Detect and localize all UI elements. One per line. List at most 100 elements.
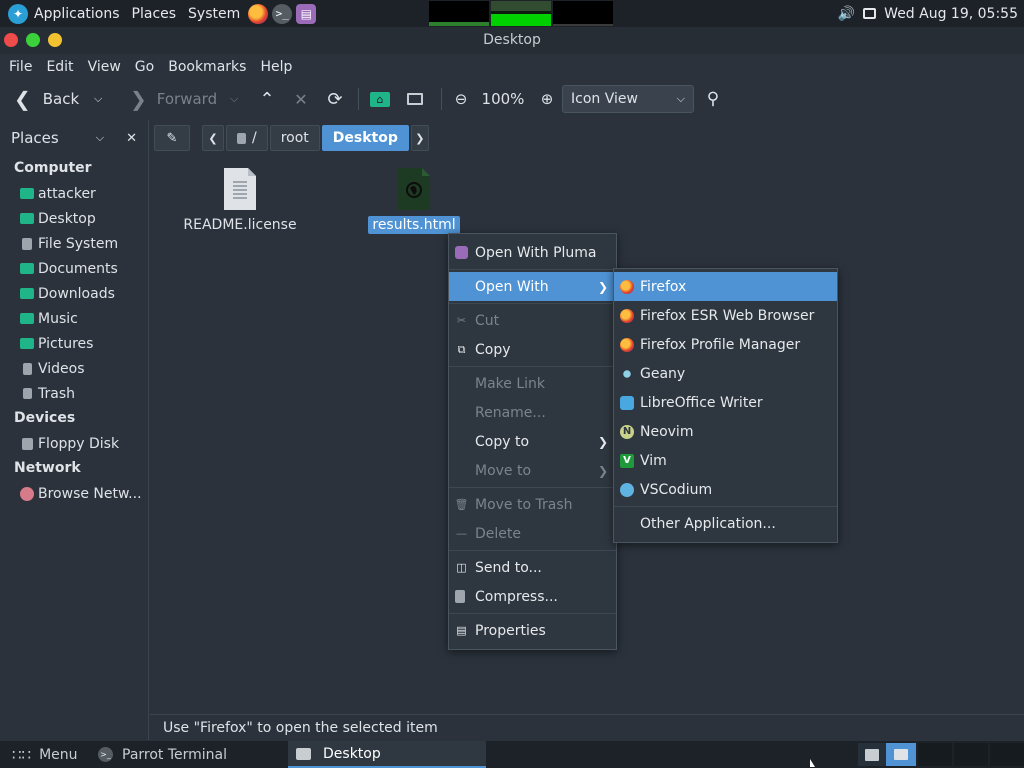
menu-copy-to[interactable]: Copy to ❯ [449,427,616,456]
toggle-location-button[interactable]: ✎ [154,125,190,151]
menu-help[interactable]: Help [253,59,299,75]
crumb-desktop[interactable]: Desktop [321,125,409,151]
submenu-vscodium[interactable]: VSCodium [614,475,837,504]
menu-rename[interactable]: Rename... [449,398,616,427]
workspace-4[interactable] [954,743,988,766]
sidebar-item-music[interactable]: Music [0,306,148,331]
zoom-out-button[interactable]: ⊖ [448,84,474,114]
submenu-firefox-esr[interactable]: Firefox ESR Web Browser [614,301,837,330]
menu-file[interactable]: File [2,59,39,75]
close-icon[interactable]: ✕ [126,131,137,146]
sidebar-item-trash[interactable]: Trash [0,381,148,406]
forward-history-dropdown[interactable]: ⌵ [222,84,250,114]
workspace-switcher[interactable] [858,743,1024,766]
menu-compress[interactable]: Compress... [449,582,616,611]
menu-move-to[interactable]: Move to ❯ [449,456,616,485]
chevron-down-icon[interactable]: ⌵ [96,131,104,146]
folder-icon [296,747,311,760]
zoom-in-icon: ⊕ [540,90,554,108]
menu-item-label: Rename... [475,404,546,421]
menu-cut[interactable]: ✂ Cut [449,306,616,335]
sidebar-item-videos[interactable]: Videos [0,356,148,381]
workspace-1[interactable] [858,743,886,766]
workspace-5[interactable] [990,743,1024,766]
display-icon[interactable] [863,8,877,19]
copy-icon: ⧉ [457,342,466,356]
submenu-geany[interactable]: Geany [614,359,837,388]
file-name: results.html [368,216,460,234]
menubar: File Edit View Go Bookmarks Help [0,54,1024,80]
taskbar-menu-button[interactable]: ∷∷ Menu [0,741,90,768]
volume-icon[interactable]: 🔊 [838,6,855,22]
menu-open-with[interactable]: Open With ❯ [449,272,616,301]
sidebar-item-label: Music [38,310,78,327]
search-button[interactable]: ⚲ [694,84,732,114]
properties-icon: ▤ [456,624,467,637]
menu-send-to[interactable]: ◫ Send to... [449,553,616,582]
applications-menu[interactable]: ✦ Applications [0,0,126,27]
taskbar-desktop[interactable]: Desktop [288,741,486,768]
menu-item-label: Cut [475,312,500,329]
firefox-launcher-icon[interactable] [248,3,269,24]
sidebar-item-floppy-disk[interactable]: Floppy Disk [0,431,148,456]
submenu-libreoffice-writer[interactable]: LibreOffice Writer [614,388,837,417]
clock[interactable]: Wed Aug 19, 05:55 [884,6,1018,22]
forward-button[interactable]: ❯ Forward [120,84,222,114]
menu-item-label: Vim [640,452,667,469]
menu-open-with-pluma[interactable]: Open With Pluma [449,238,616,267]
view-mode-select[interactable]: Icon View ⌵ [562,85,694,113]
places-menu[interactable]: Places [126,0,183,27]
sidebar-item-desktop[interactable]: Desktop [0,206,148,231]
sidebar-header: Places ⌵ ✕ [0,120,148,156]
submenu-other-application[interactable]: Other Application... [614,509,837,538]
sidebar-item-downloads[interactable]: Downloads [0,281,148,306]
menu-copy[interactable]: ⧉ Copy [449,335,616,364]
html-file-icon [398,168,430,210]
crumb-root-filesystem[interactable]: / [226,125,268,151]
up-button[interactable]: ⌃ [250,84,284,114]
statusbar: Use "Firefox" to open the selected item [150,714,1024,741]
zoom-in-button[interactable]: ⊕ [532,84,562,114]
menu-properties[interactable]: ▤ Properties [449,616,616,645]
reload-button[interactable]: ⟳ [318,84,352,114]
libreoffice-writer-icon [620,395,634,410]
stop-button[interactable]: ✕ [284,84,318,114]
system-monitor[interactable] [428,0,614,27]
taskbar-parrot-terminal[interactable]: >_ Parrot Terminal [90,741,288,768]
path-scroll-right-button[interactable]: ❯ [410,125,429,151]
menu-bookmarks[interactable]: Bookmarks [161,59,253,75]
submenu-vim[interactable]: V Vim [614,446,837,475]
sidebar-item-browse-network[interactable]: Browse Netw... [0,481,148,506]
submenu-firefox-profile-manager[interactable]: Firefox Profile Manager [614,330,837,359]
menu-delete[interactable]: — Delete [449,519,616,548]
system-menu[interactable]: System [182,0,246,27]
sidebar-item-file-system[interactable]: File System [0,231,148,256]
crumb-root[interactable]: root [269,125,320,151]
back-button[interactable]: ❮ Back [0,84,94,114]
sidebar-item-attacker[interactable]: attacker [0,181,148,206]
terminal-launcher-icon[interactable]: >_ [272,3,293,24]
sidebar-title[interactable]: Places [11,129,59,147]
menu-item-label: Firefox [640,278,687,295]
workspace-3[interactable] [918,743,952,766]
menu-edit[interactable]: Edit [39,59,80,75]
menu-view[interactable]: View [81,59,128,75]
home-button[interactable]: ⌂ [365,84,395,114]
menu-go[interactable]: Go [128,59,161,75]
sidebar-item-documents[interactable]: Documents [0,256,148,281]
file-readme-license[interactable]: README.license [175,166,305,234]
submenu-neovim[interactable]: N Neovim [614,417,837,446]
computer-button[interactable] [395,84,435,114]
menu-separator [449,550,616,551]
submenu-firefox[interactable]: Firefox [614,272,837,301]
workspace-2[interactable] [886,743,916,766]
path-scroll-left-button[interactable]: ❮ [202,125,224,151]
menu-make-link[interactable]: Make Link [449,369,616,398]
pluma-launcher-icon[interactable]: ▤ [296,3,317,24]
window-title: Desktop [483,32,541,48]
menu-move-to-trash[interactable]: 🗑 Move to Trash [449,490,616,519]
back-history-dropdown[interactable]: ⌵ [94,84,120,114]
zoom-level[interactable]: 100% [474,84,532,114]
file-results-html[interactable]: results.html [349,166,479,234]
sidebar-item-pictures[interactable]: Pictures [0,331,148,356]
